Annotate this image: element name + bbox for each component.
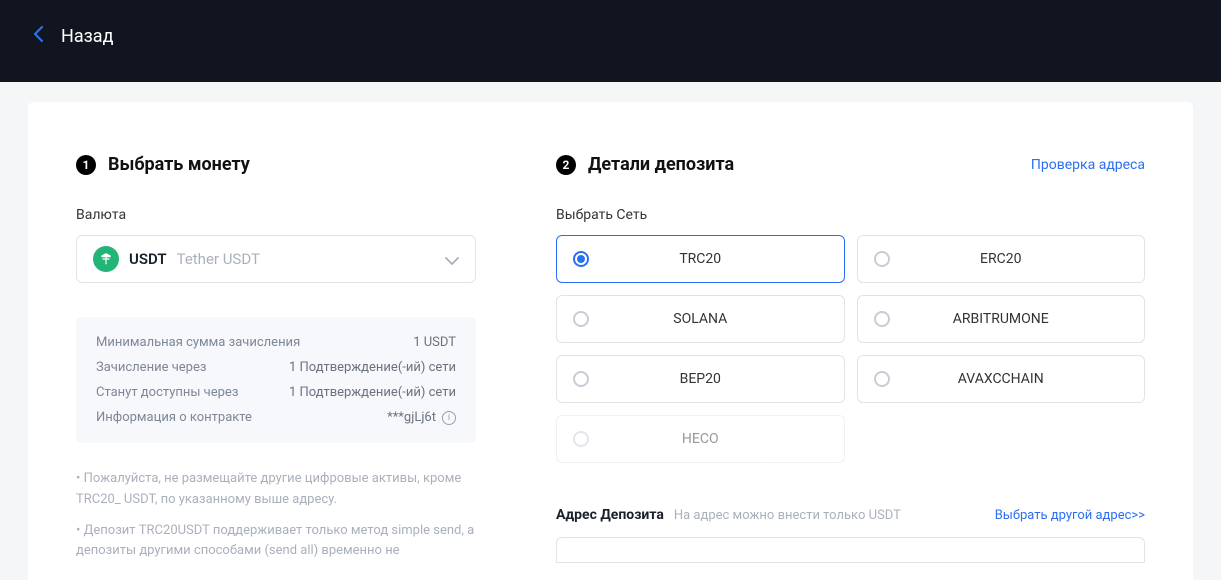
info-label: Станут доступны через (96, 385, 238, 400)
info-label: Информация о контракте (96, 410, 252, 425)
info-value: ***gjLj6t (387, 410, 436, 425)
note-line: • Депозит TRC20USDT поддерживает только … (76, 521, 476, 563)
network-grid: TRC20 ERC20 SOLANA ARBITRUMONE BEP20 AVA… (556, 235, 1145, 463)
deposit-info-panel: Минимальная сумма зачисления 1 USDT Зачи… (76, 317, 476, 443)
network-label-text: SOLANA (573, 311, 828, 327)
check-address-link[interactable]: Проверка адреса (1031, 157, 1145, 173)
column-deposit-details: 2 Детали депозита Проверка адреса Выбрат… (556, 154, 1145, 572)
network-option-arbitrumone[interactable]: ARBITRUMONE (857, 295, 1146, 343)
address-title: Адрес Депозита (556, 507, 664, 523)
info-icon[interactable]: i (442, 411, 456, 425)
info-row: Станут доступны через 1 Подтверждение(-и… (96, 385, 456, 400)
deposit-card: 1 Выбрать монету Валюта USDT Tether USDT… (28, 102, 1193, 580)
info-label: Зачисление через (96, 360, 206, 375)
step2-title: Детали депозита (588, 154, 734, 175)
radio-icon (874, 251, 890, 267)
back-label: Назад (61, 26, 113, 47)
currency-dropdown[interactable]: USDT Tether USDT (76, 235, 476, 283)
radio-icon (874, 371, 890, 387)
network-option-avaxcchain[interactable]: AVAXCCHAIN (857, 355, 1146, 403)
back-button[interactable]: Назад (34, 26, 113, 47)
network-option-solana[interactable]: SOLANA (556, 295, 845, 343)
radio-icon (573, 251, 589, 267)
info-label: Минимальная сумма зачисления (96, 335, 300, 350)
step1-title: Выбрать монету (108, 154, 250, 175)
coin-code: USDT (129, 250, 167, 268)
network-label-text: BEP20 (573, 371, 828, 387)
info-row: Зачисление через 1 Подтверждение(-ий) се… (96, 360, 456, 375)
info-row: Минимальная сумма зачисления 1 USDT (96, 335, 456, 350)
step-badge-1: 1 (76, 155, 96, 175)
network-option-heco: HECO (556, 415, 845, 463)
network-option-trc20[interactable]: TRC20 (556, 235, 845, 283)
network-label-text: HECO (573, 431, 828, 447)
address-hint: На адрес можно внести только USDT (674, 508, 901, 523)
radio-icon (573, 371, 589, 387)
radio-icon (573, 431, 589, 447)
note-line: • Пожалуйста, не размещайте другие цифро… (76, 469, 476, 511)
network-label-text: ARBITRUMONE (874, 311, 1129, 327)
network-option-erc20[interactable]: ERC20 (857, 235, 1146, 283)
info-row: Информация о контракте ***gjLj6t i (96, 410, 456, 425)
coin-name: Tether USDT (177, 250, 260, 268)
chevron-left-icon (34, 26, 43, 47)
chevron-down-icon (445, 250, 459, 269)
deposit-address-box[interactable] (556, 537, 1145, 563)
network-label-text: ERC20 (874, 251, 1129, 267)
radio-icon (874, 311, 890, 327)
tether-icon (93, 246, 119, 272)
network-label-text: AVAXCCHAIN (874, 371, 1129, 387)
step-badge-2: 2 (556, 155, 576, 175)
step1-header: 1 Выбрать монету (76, 154, 476, 175)
top-bar: Назад (0, 0, 1221, 82)
currency-label: Валюта (76, 207, 476, 223)
info-value: 1 Подтверждение(-ий) сети (289, 360, 456, 375)
network-option-bep20[interactable]: BEP20 (556, 355, 845, 403)
deposit-notes: • Пожалуйста, не размещайте другие цифро… (76, 469, 476, 562)
network-label-text: TRC20 (573, 251, 828, 267)
network-label: Выбрать Сеть (556, 207, 1145, 223)
column-select-coin: 1 Выбрать монету Валюта USDT Tether USDT… (76, 154, 476, 572)
info-value: 1 USDT (413, 335, 456, 350)
info-value: 1 Подтверждение(-ий) сети (289, 385, 456, 400)
deposit-address-header: Адрес Депозита На адрес можно внести тол… (556, 507, 1145, 523)
radio-icon (573, 311, 589, 327)
step2-header: 2 Детали депозита (556, 154, 734, 175)
choose-other-address-link[interactable]: Выбрать другой адрес>> (995, 508, 1145, 523)
